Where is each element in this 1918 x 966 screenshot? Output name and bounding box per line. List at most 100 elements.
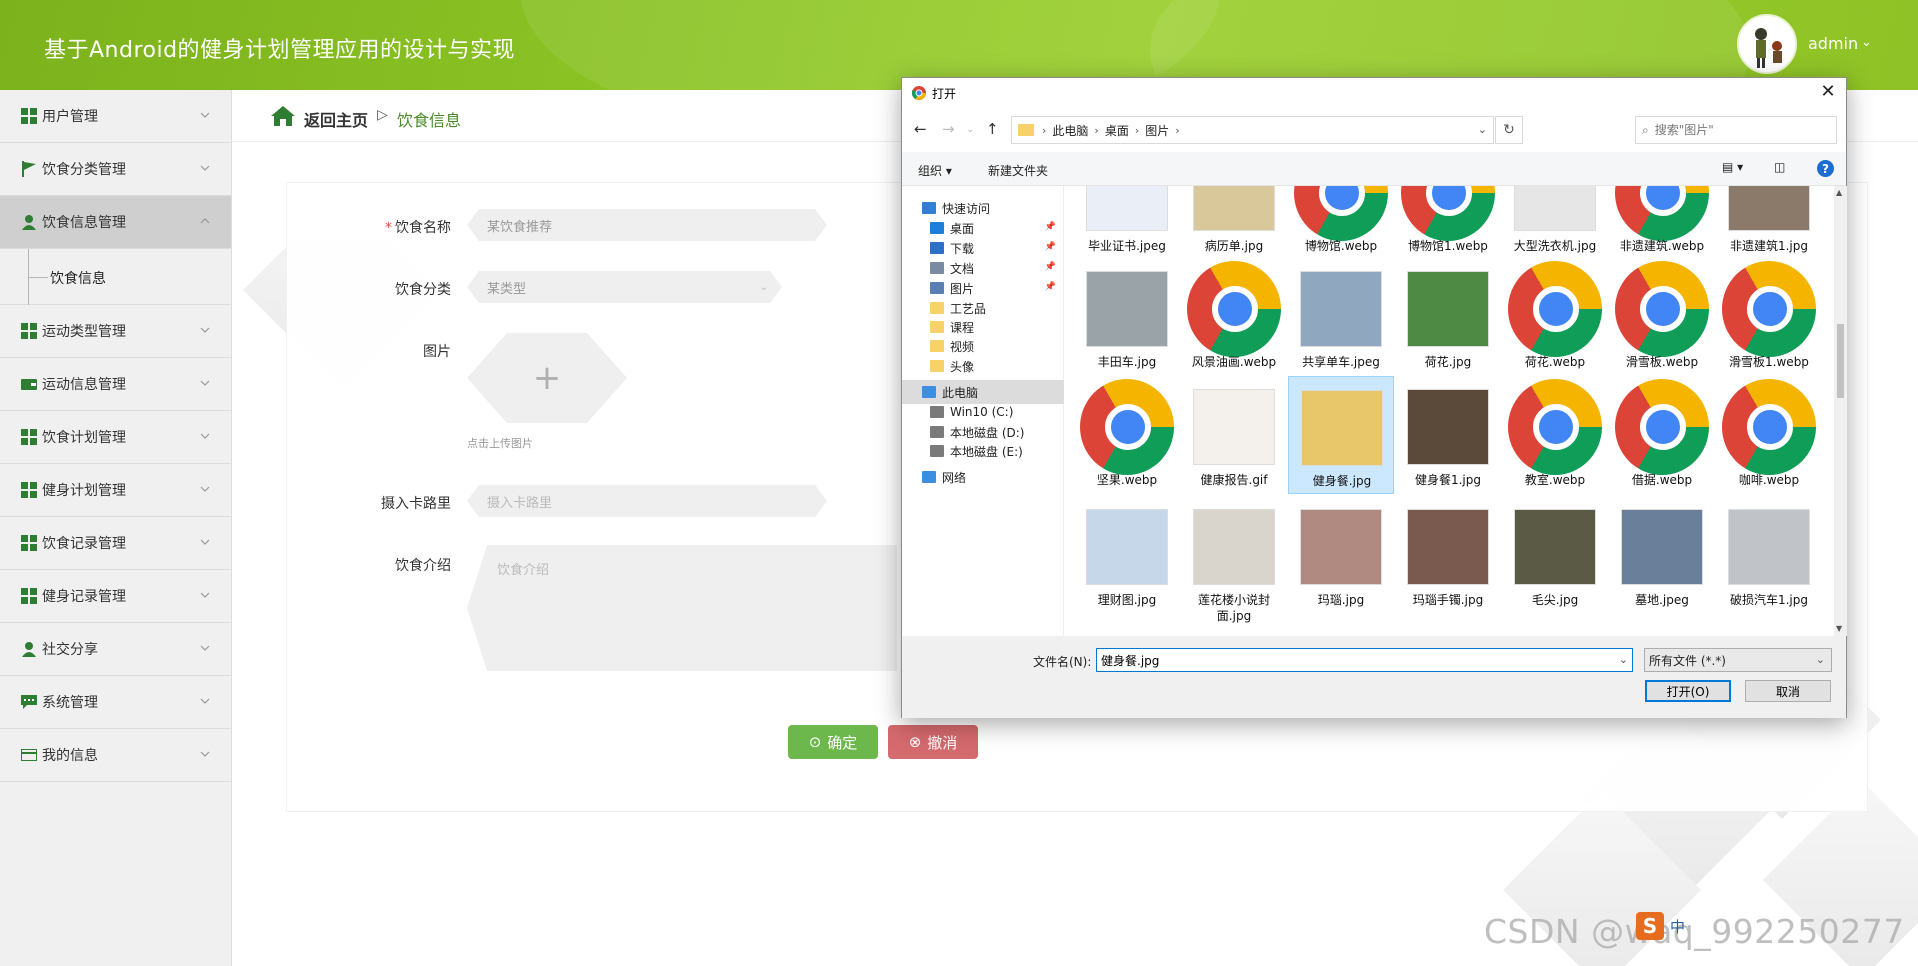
file-item[interactable]: 毕业证书.jpeg — [1074, 186, 1180, 260]
intro-textarea[interactable]: 饮食介绍 — [467, 545, 897, 671]
sidebar-item[interactable]: 健身记录管理 — [0, 570, 231, 623]
dialog-titlebar[interactable]: 打开 ✕ — [902, 78, 1846, 108]
forward-arrow-icon[interactable]: → — [942, 120, 955, 138]
chevron-right-icon[interactable]: › — [1094, 124, 1098, 137]
file-item[interactable]: 借据.webp — [1609, 376, 1715, 494]
up-arrow-icon[interactable]: ↑ — [986, 120, 999, 138]
file-item[interactable]: 滑雪板.webp — [1609, 258, 1715, 376]
sidebar-item[interactable]: 饮食信息管理 — [0, 196, 231, 249]
image-thumbnail — [1728, 186, 1810, 231]
file-item[interactable]: 博物馆.webp — [1288, 186, 1394, 260]
sidebar-item[interactable]: 系统管理 — [0, 676, 231, 729]
file-item[interactable]: 墓地.jpeg — [1609, 496, 1715, 614]
file-item[interactable]: 病历单.jpg — [1181, 186, 1287, 260]
vertical-scrollbar[interactable]: ▲ ▼ — [1834, 186, 1847, 636]
chevron-right-icon[interactable]: › — [1175, 124, 1179, 137]
chevron-down-icon[interactable]: ⌄ — [1861, 35, 1872, 50]
avatar[interactable] — [1737, 14, 1797, 74]
filename-input[interactable]: 健身餐.jpg ⌄ — [1096, 648, 1633, 672]
address-crumb[interactable]: 桌面 — [1105, 122, 1129, 139]
navigation-pane: 快速访问 桌面 📌 下载 📌 文档 📌 图片 📌 工艺品 课程 视频 头像 此电脑 Win10 (C:) 本地… — [902, 186, 1064, 636]
sidebar-item[interactable]: 饮食计划管理 — [0, 411, 231, 464]
image-upload-button[interactable]: + — [467, 333, 627, 423]
user-icon — [20, 213, 38, 231]
sidebar-item[interactable]: 用户管理 — [0, 90, 231, 143]
file-list: 毕业证书.jpeg 病历单.jpg 博物馆.webp 博物馆1.webp 大型洗衣机.j… — [1074, 186, 1834, 636]
address-crumb[interactable]: 图片 — [1145, 122, 1169, 139]
new-folder-button[interactable]: 新建文件夹 — [988, 162, 1048, 179]
file-item[interactable]: 丰田车.jpg — [1074, 258, 1180, 376]
file-item[interactable]: 健身餐.jpg — [1288, 376, 1394, 494]
file-item[interactable]: 破损汽车1.jpg — [1716, 496, 1822, 614]
file-item[interactable]: 健康报告.gif — [1181, 376, 1287, 494]
sidebar-item[interactable]: 运动类型管理 — [0, 305, 231, 358]
file-item[interactable]: 荷花.webp — [1502, 258, 1608, 376]
home-icon[interactable] — [270, 104, 296, 128]
file-thumbnail — [1401, 500, 1495, 594]
search-input[interactable] — [1654, 123, 1815, 137]
file-thumbnail — [1187, 186, 1281, 240]
file-item[interactable]: 非遗建筑1.jpg — [1716, 186, 1822, 260]
file-item[interactable]: 共享单车.jpeg — [1288, 258, 1394, 376]
sidebar-item[interactable]: 社交分享 — [0, 623, 231, 676]
sidebar-item[interactable]: 运动信息管理 — [0, 358, 231, 411]
scroll-up-icon[interactable]: ▲ — [1836, 188, 1842, 197]
open-button[interactable]: 打开(O) — [1645, 680, 1731, 702]
scrollbar-thumb[interactable] — [1837, 324, 1844, 398]
nav-pane-item-label: 本地磁盘 (E:) — [950, 444, 1023, 459]
chevron-down-icon[interactable]: ⌄ — [1619, 653, 1628, 666]
sogou-ime-icon[interactable]: S — [1636, 912, 1664, 940]
food-category-select[interactable]: 某类型 ⌄ — [467, 271, 782, 303]
pin-icon: 📌 — [1044, 282, 1056, 292]
file-item[interactable]: 莲花楼小说封面.jpg — [1181, 496, 1287, 623]
file-item[interactable]: 荷花.jpg — [1395, 258, 1501, 376]
file-item[interactable]: 博物馆1.webp — [1395, 186, 1501, 260]
file-item[interactable]: 理财图.jpg — [1074, 496, 1180, 614]
sidebar-item-label: 用户管理 — [42, 109, 98, 125]
file-item[interactable]: 教室.webp — [1502, 376, 1608, 494]
food-name-input[interactable]: 某饮食推荐 — [467, 209, 827, 241]
image-thumbnail — [1514, 509, 1596, 585]
file-item[interactable]: 坚果.webp — [1074, 376, 1180, 494]
back-arrow-icon[interactable]: ← — [914, 120, 927, 138]
filetype-select[interactable]: 所有文件 (*.*) ⌄ — [1644, 648, 1832, 672]
calories-input[interactable]: 摄入卡路里 — [467, 485, 827, 517]
file-item[interactable]: 非遗建筑.webp — [1609, 186, 1715, 260]
preview-pane-icon[interactable]: ◫ — [1774, 160, 1785, 174]
user-name[interactable]: admin — [1808, 34, 1858, 53]
confirm-button[interactable]: ⊙ 确定 — [788, 725, 878, 759]
file-item[interactable]: 健身餐1.jpg — [1395, 376, 1501, 494]
sidebar-item[interactable]: 饮食分类管理 — [0, 143, 231, 196]
close-icon[interactable]: ✕ — [1818, 81, 1838, 102]
file-item[interactable]: 毛尖.jpg — [1502, 496, 1608, 614]
sidebar-item[interactable]: 我的信息 — [0, 729, 231, 782]
breadcrumb-home-link[interactable]: 返回主页 — [304, 107, 368, 131]
help-icon[interactable]: ? — [1817, 160, 1834, 177]
sidebar-item[interactable]: 健身计划管理 — [0, 464, 231, 517]
address-crumb[interactable]: 此电脑 — [1052, 122, 1088, 139]
sidebar-subitem[interactable]: 饮食信息 — [0, 249, 231, 305]
file-item[interactable]: 玛瑙手镯.jpg — [1395, 496, 1501, 614]
file-item[interactable]: 风景油画.webp — [1181, 258, 1287, 376]
scroll-down-icon[interactable]: ▼ — [1836, 624, 1842, 633]
chevron-right-icon[interactable]: › — [1042, 124, 1046, 137]
revoke-button[interactable]: ⊗ 撤消 — [888, 725, 978, 759]
file-item[interactable]: 大型洗衣机.jpg — [1502, 186, 1608, 260]
recent-dropdown-icon[interactable]: ⌄ — [966, 124, 974, 135]
file-item[interactable]: 咖啡.webp — [1716, 376, 1822, 494]
view-options-icon[interactable]: ▤ ▾ — [1722, 160, 1743, 174]
sidebar-item[interactable]: 饮食记录管理 — [0, 517, 231, 570]
nav-pane-item[interactable]: 网络 — [902, 465, 1064, 489]
organize-menu[interactable]: 组织 ▾ — [918, 162, 952, 179]
nav-pane-item[interactable]: 头像 — [902, 354, 1064, 378]
search-box[interactable]: ⌕ — [1635, 116, 1837, 144]
refresh-icon[interactable]: ↻ — [1495, 116, 1523, 144]
address-bar[interactable]: › 此电脑 › 桌面 › 图片 › ⌄ — [1011, 116, 1494, 144]
file-item[interactable]: 玛瑙.jpg — [1288, 496, 1394, 614]
chevron-right-icon[interactable]: › — [1135, 124, 1139, 137]
ime-mode[interactable]: 中 — [1670, 916, 1685, 937]
nav-pane-item[interactable]: 本地磁盘 (E:) — [902, 439, 1064, 463]
file-item[interactable]: 滑雪板1.webp — [1716, 258, 1822, 376]
dialog-cancel-button[interactable]: 取消 — [1745, 680, 1831, 702]
chevron-down-icon[interactable]: ⌄ — [1478, 123, 1487, 136]
